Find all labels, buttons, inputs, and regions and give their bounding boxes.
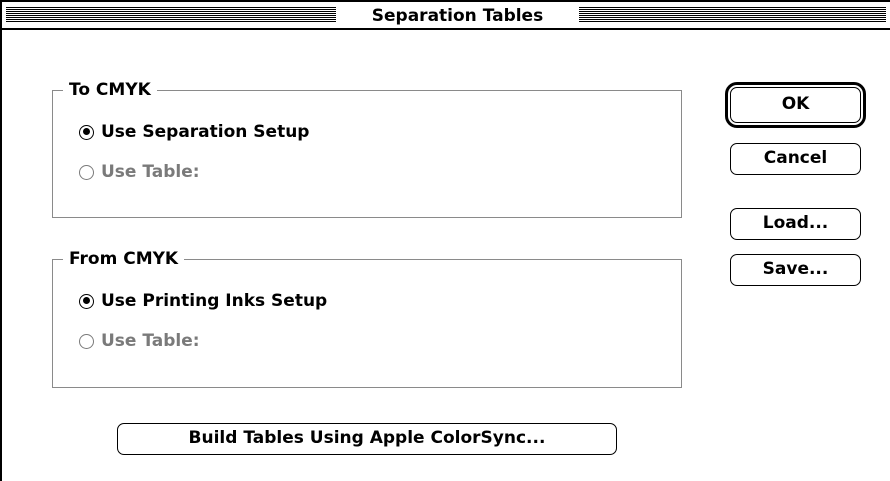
- title-bar[interactable]: Separation Tables: [2, 2, 890, 30]
- radio-label: Use Separation Setup: [101, 122, 310, 142]
- radio-label: Use Printing Inks Setup: [101, 291, 328, 311]
- save-button[interactable]: Save...: [730, 254, 861, 286]
- to-cmyk-group: To CMYK Use Separation Setup Use Table:: [52, 78, 682, 218]
- radio-selected-icon: [79, 293, 94, 309]
- from-cmyk-group: From CMYK Use Printing Inks Setup Use Ta…: [52, 247, 682, 388]
- radio-to-cmyk-use-table[interactable]: Use Table:: [79, 160, 200, 184]
- radio-use-separation-setup[interactable]: Use Separation Setup: [79, 120, 309, 144]
- dialog-window: Separation Tables To CMYK Use Separation…: [0, 0, 890, 481]
- title-bar-stripes-right: [579, 7, 886, 23]
- title-bar-stripes-left: [6, 7, 336, 23]
- radio-unselected-icon: [79, 333, 94, 349]
- radio-label: Use Table:: [101, 331, 200, 351]
- radio-unselected-icon: [79, 164, 94, 180]
- radio-use-printing-inks-setup[interactable]: Use Printing Inks Setup: [79, 289, 327, 313]
- from-cmyk-group-label: From CMYK: [63, 247, 185, 271]
- load-button[interactable]: Load...: [730, 208, 861, 240]
- radio-label: Use Table:: [101, 162, 200, 182]
- window-title: Separation Tables: [336, 4, 579, 28]
- ok-button[interactable]: OK: [730, 87, 861, 123]
- radio-selected-icon: [79, 124, 94, 140]
- cancel-button[interactable]: Cancel: [730, 143, 861, 175]
- to-cmyk-group-label: To CMYK: [63, 78, 157, 102]
- build-tables-colorsync-button[interactable]: Build Tables Using Apple ColorSync...: [117, 423, 617, 455]
- radio-from-cmyk-use-table[interactable]: Use Table:: [79, 329, 200, 353]
